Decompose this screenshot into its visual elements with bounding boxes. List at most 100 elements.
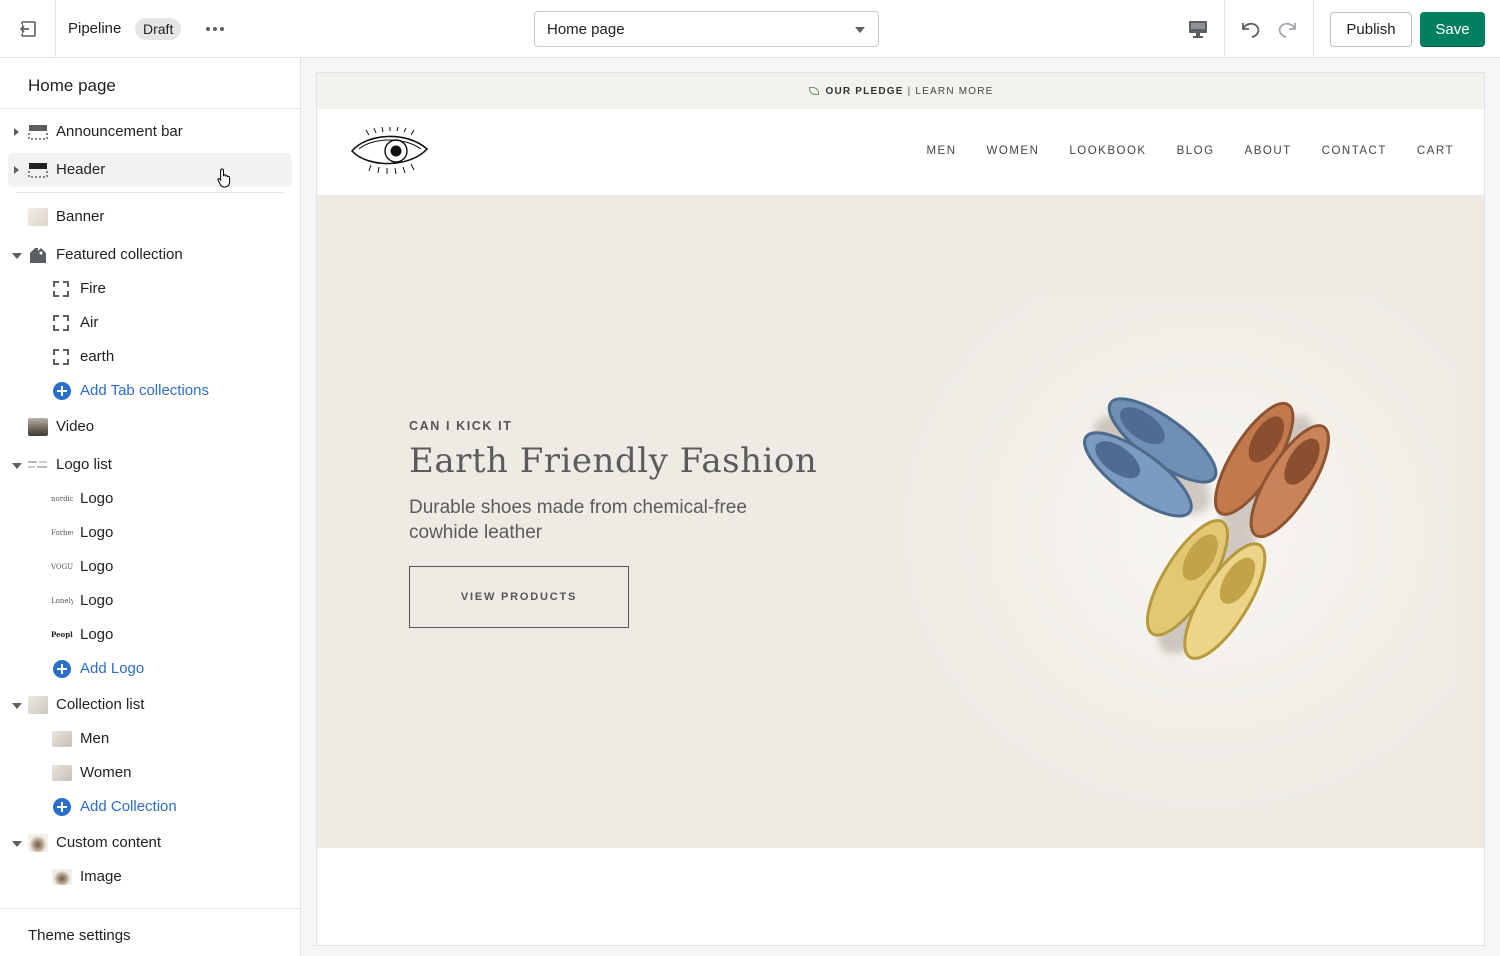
nav-link-contact[interactable]: CONTACT (1322, 145, 1387, 157)
block-women[interactable]: Women (8, 756, 292, 790)
nav-link-men[interactable]: MEN (926, 145, 956, 157)
block-logo[interactable]: VOGUE Logo (8, 550, 292, 584)
next-section (317, 848, 1484, 945)
block-image[interactable]: Image (8, 860, 292, 894)
block-logo[interactable]: Lonely plan Logo (8, 584, 292, 618)
block-fire[interactable]: Fire (8, 272, 292, 306)
chevron-right-icon[interactable] (14, 166, 19, 174)
block-label: Logo (80, 626, 114, 643)
block-logo[interactable]: nordic style Logo (8, 482, 292, 516)
block-air[interactable]: Air (8, 306, 292, 340)
section-label: Collection list (56, 696, 145, 713)
section-logo-list[interactable]: Logo list (8, 448, 292, 482)
section-label: Custom content (56, 834, 162, 851)
announcement-link[interactable]: LEARN MORE (915, 86, 993, 97)
topbar-divider (1224, 0, 1225, 57)
block-label: Women (80, 764, 132, 781)
block-earth[interactable]: earth (8, 340, 292, 374)
section-header[interactable]: Header (8, 153, 292, 187)
block-label: Air (80, 314, 99, 331)
section-custom-content[interactable]: Custom content (8, 826, 292, 860)
section-featured-collection[interactable]: Featured collection (8, 238, 292, 272)
nav-link-lookbook[interactable]: LOOKBOOK (1069, 145, 1146, 157)
theme-settings-link[interactable]: Theme settings (28, 927, 131, 944)
add-tab-collections-button[interactable]: Add Tab collections (8, 374, 292, 408)
block-men[interactable]: Men (8, 722, 292, 756)
announcement-bar[interactable]: OUR PLEDGE | LEARN MORE (317, 73, 1484, 109)
chevron-right-icon[interactable] (14, 128, 19, 136)
publish-button[interactable]: Publish (1330, 12, 1412, 47)
chevron-down-icon[interactable] (12, 703, 22, 709)
block-placeholder-icon (53, 315, 69, 331)
section-announcement-bar[interactable]: Announcement bar (8, 115, 292, 149)
block-label: Logo (80, 524, 114, 541)
block-label: Logo (80, 558, 114, 575)
collection-thumbnail (52, 731, 72, 747)
announcement-bar-icon (28, 125, 48, 140)
exit-button[interactable] (10, 12, 46, 46)
hero-subtitle: Durable shoes made from chemical-free co… (409, 497, 747, 543)
page-select[interactable]: Home page (534, 11, 879, 47)
add-collection-button[interactable]: Add Collection (8, 790, 292, 824)
theme-preview[interactable]: OUR PLEDGE | LEARN MORE MEN WOMEN LOOKBO… (316, 72, 1485, 946)
logo-thumbnail: VOGUE (51, 563, 73, 571)
chevron-down-icon[interactable] (12, 253, 22, 259)
block-label: Logo (80, 490, 114, 507)
custom-content-thumbnail (28, 834, 48, 852)
more-actions-button[interactable] (200, 15, 230, 43)
hero-title: Earth Friendly Fashion (409, 441, 818, 481)
redo-button[interactable] (1270, 12, 1304, 46)
save-button[interactable]: Save (1420, 12, 1485, 47)
add-label: Add Logo (80, 660, 145, 677)
eye-logo-icon[interactable] (349, 127, 431, 179)
desktop-view-button[interactable] (1180, 12, 1216, 46)
section-label: Featured collection (56, 246, 183, 263)
add-label: Add Tab collections (80, 382, 209, 399)
topbar-divider (1313, 0, 1314, 57)
section-collection-list[interactable]: Collection list (8, 688, 292, 722)
plus-circle-icon (53, 382, 71, 400)
hero-kicker: CAN I KICK IT (409, 419, 513, 433)
sections-sidebar: Home page Announcement bar Header Banner… (0, 58, 301, 956)
block-label: earth (80, 348, 115, 365)
editor-topbar: Pipeline Draft Home page Publish Save (0, 0, 1500, 58)
topbar-divider (55, 0, 56, 57)
image-thumbnail (52, 869, 72, 885)
logo-thumbnail: Lonely plan (51, 597, 73, 605)
section-label: Video (56, 418, 95, 435)
chevron-down-icon[interactable] (12, 841, 22, 847)
collection-list-thumbnail (28, 696, 48, 714)
block-label: Fire (80, 280, 106, 297)
undo-button[interactable] (1234, 12, 1268, 46)
chevron-down-icon (855, 27, 865, 33)
add-logo-button[interactable]: Add Logo (8, 652, 292, 686)
pointer-cursor-icon (217, 168, 231, 188)
block-logo[interactable]: Forbes Logo (8, 516, 292, 550)
logo-thumbnail: Forbes (51, 529, 73, 537)
status-badge: Draft (135, 18, 182, 40)
leaf-icon (809, 87, 820, 95)
nav-link-about[interactable]: ABOUT (1245, 145, 1292, 157)
plus-circle-icon (53, 660, 71, 678)
site-header: MEN WOMEN LOOKBOOK BLOG ABOUT CONTACT CA… (317, 109, 1484, 195)
divider (0, 908, 300, 909)
nav-link-cart[interactable]: CART (1417, 145, 1454, 157)
section-tree: Announcement bar Header Banner Featured … (0, 58, 300, 908)
section-video[interactable]: Video (8, 410, 292, 444)
collection-tag-icon (30, 248, 46, 263)
logo-list-thumbnail (28, 461, 47, 468)
view-products-button[interactable]: VIEW PRODUCTS (409, 566, 629, 628)
chevron-down-icon[interactable] (12, 463, 22, 469)
section-label: Announcement bar (56, 123, 183, 140)
add-label: Add Collection (80, 798, 177, 815)
section-banner[interactable]: Banner (8, 200, 292, 234)
nav-link-blog[interactable]: BLOG (1177, 145, 1215, 157)
block-logo[interactable]: People Logo (8, 618, 292, 652)
nav-link-women[interactable]: WOMEN (987, 145, 1040, 157)
redo-icon (1278, 22, 1296, 38)
plus-circle-icon (53, 798, 71, 816)
logo-thumbnail: nordic style (51, 495, 73, 503)
block-label: Logo (80, 592, 114, 609)
video-thumbnail (28, 418, 48, 436)
divider (16, 192, 284, 193)
